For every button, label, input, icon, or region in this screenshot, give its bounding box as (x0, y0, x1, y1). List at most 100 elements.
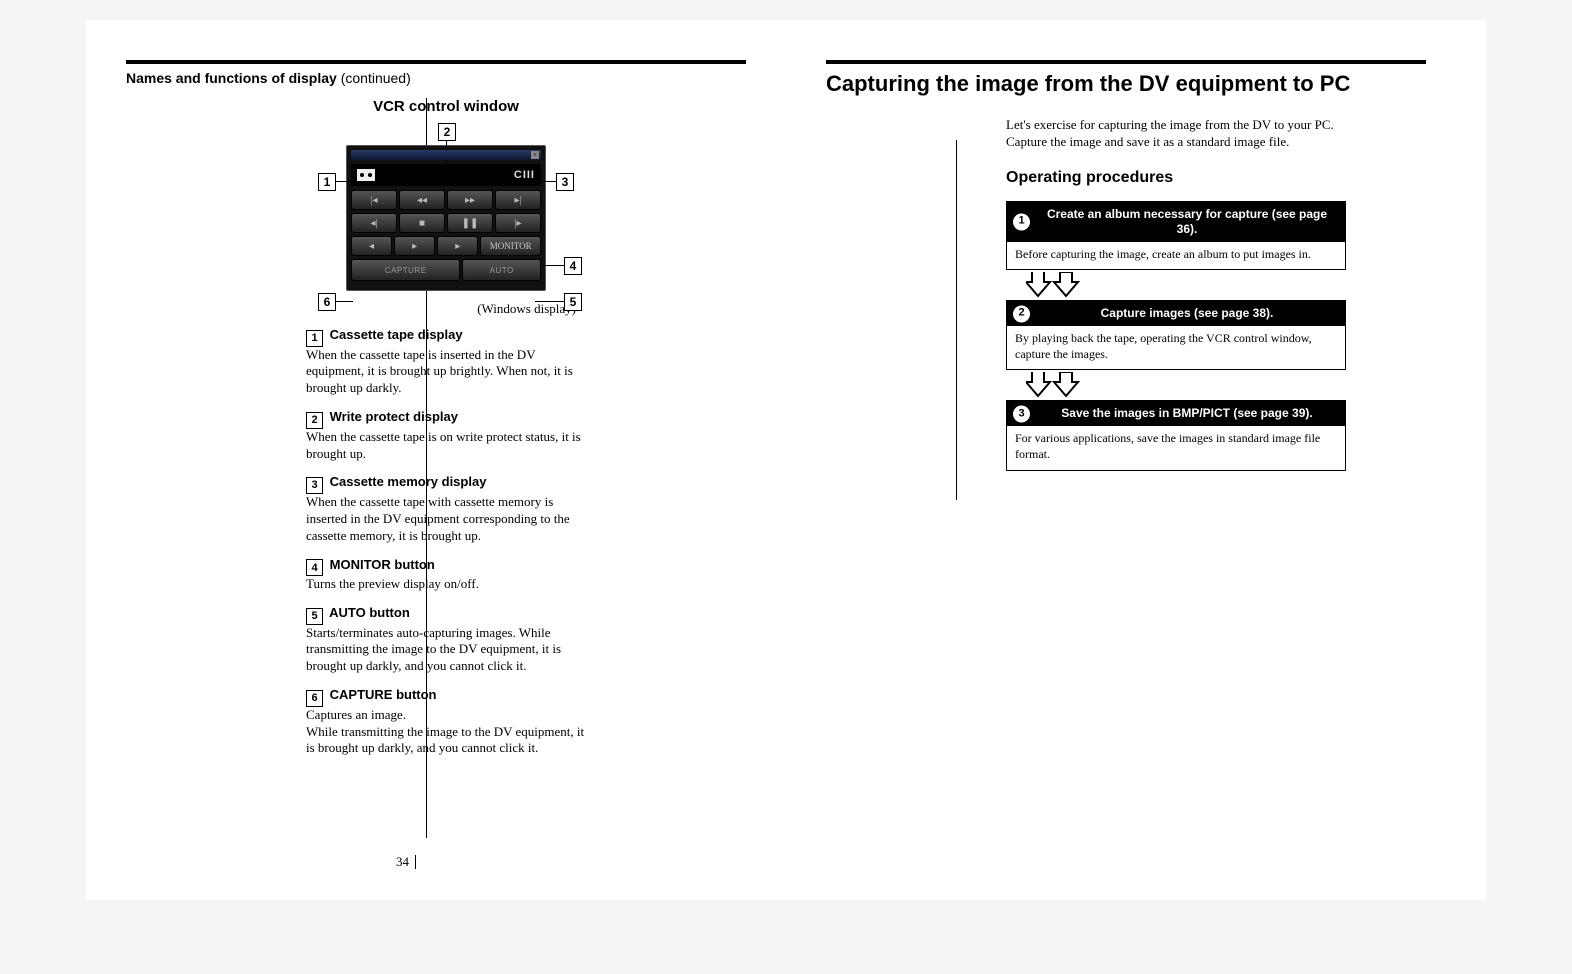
desc-title: MONITOR button (330, 557, 435, 572)
desc-body: When the cassette tape is on write prote… (306, 429, 586, 463)
callout-5: 5 (564, 293, 582, 311)
section-title: Names and functions of display (continue… (126, 70, 746, 86)
desc-num: 4 (306, 559, 323, 576)
slow-rewind-button[interactable]: ◂ (351, 236, 392, 256)
forward-to-end-button[interactable]: ▸| (495, 190, 541, 210)
horizontal-rule (826, 60, 1426, 64)
desc-title: Write protect display (330, 409, 458, 424)
intro-paragraph: Let's exercise for capturing the image f… (1006, 116, 1346, 151)
right-content: Let's exercise for capturing the image f… (1006, 116, 1346, 471)
right-page: Capturing the image from the DV equipmen… (786, 20, 1486, 900)
callout-lead (543, 265, 565, 266)
desc-head: 1 Cassette tape display (306, 327, 586, 347)
step-head-text: Save the images in BMP/PICT (see page 39… (1061, 406, 1312, 420)
page-tick (415, 855, 416, 869)
step-head-text: Create an album necessary for capture (s… (1047, 207, 1327, 236)
procedure-flowchart: 1 Create an album necessary for capture … (1006, 201, 1346, 471)
horizontal-rule (126, 60, 746, 64)
callout-lead (539, 181, 557, 182)
desc-item-5: 5 AUTO button Starts/terminates auto-cap… (306, 605, 586, 675)
vcr-panel: × CIII |◂ ◂◂ ▸▸ ▸| ◂| ■ ❚ (346, 145, 546, 291)
desc-title: CAPTURE button (330, 687, 437, 702)
transport-row-1: |◂ ◂◂ ▸▸ ▸| (351, 190, 541, 210)
vcr-title-bar: × (351, 150, 541, 160)
desc-num: 3 (306, 477, 323, 494)
vertical-separator (956, 140, 957, 500)
rewind-to-start-button[interactable]: |◂ (351, 190, 397, 210)
figure-caption: (Windows display) (306, 301, 586, 317)
desc-item-2: 2 Write protect display When the cassett… (306, 409, 586, 462)
stop-button[interactable]: ■ (399, 213, 445, 233)
flow-arrow-icon (1006, 372, 1346, 398)
desc-body: Turns the preview display on/off. (306, 576, 586, 593)
desc-head: 5 AUTO button (306, 605, 586, 625)
cassette-icon (357, 169, 375, 181)
desc-title: Cassette memory display (330, 474, 487, 489)
step-number-badge: 3 (1013, 405, 1030, 422)
callout-2: 2 (438, 123, 456, 141)
desc-item-3: 3 Cassette memory display When the casse… (306, 474, 586, 544)
monitor-button[interactable]: MONITOR (480, 236, 541, 256)
desc-body: Captures an image. While transmitting th… (306, 707, 586, 758)
close-icon[interactable]: × (531, 151, 539, 159)
desc-num: 1 (306, 330, 323, 347)
descriptions: 1 Cassette tape display When the cassett… (306, 327, 586, 757)
flow-arrow-icon (1006, 272, 1346, 298)
flow-body: For various applications, save the image… (1007, 426, 1345, 469)
step-number-badge: 2 (1013, 305, 1030, 322)
callout-lead (335, 181, 353, 182)
flow-step-3: 3 Save the images in BMP/PICT (see page … (1006, 400, 1346, 470)
flow-body: Before capturing the image, create an al… (1007, 242, 1345, 270)
desc-head: 4 MONITOR button (306, 557, 586, 577)
desc-num: 5 (306, 608, 323, 625)
title-main: Names and functions of display (126, 70, 337, 86)
callout-lead (535, 301, 565, 302)
flow-step-2: 2 Capture images (see page 38). By playi… (1006, 300, 1346, 370)
callout-1: 1 (318, 173, 336, 191)
callout-6: 6 (318, 293, 336, 311)
desc-body: When the cassette tape is inserted in th… (306, 347, 586, 398)
operating-procedures-title: Operating procedures (1006, 169, 1346, 187)
desc-num: 2 (306, 412, 323, 429)
desc-item-6: 6 CAPTURE button Captures an image. Whil… (306, 687, 586, 757)
transport-row-3: ◂ ▸ ▸ MONITOR (351, 236, 541, 256)
callout-lead (335, 301, 353, 302)
left-page: Names and functions of display (continue… (86, 20, 786, 900)
page-number-left: 34 (396, 854, 416, 870)
chapter-title: Capturing the image from the DV equipmen… (826, 70, 1426, 98)
flow-body: By playing back the tape, operating the … (1007, 326, 1345, 369)
vcr-status-row: CIII (351, 164, 541, 186)
flow-head: 1 Create an album necessary for capture … (1007, 202, 1345, 242)
auto-label: AUTO (490, 266, 514, 275)
play-button[interactable]: ▸ (394, 236, 435, 256)
transport-row-2: ◂| ■ ❚❚ |▸ (351, 213, 541, 233)
step-number-badge: 1 (1013, 213, 1030, 230)
callout-3: 3 (556, 173, 574, 191)
page-number: 34 (396, 854, 409, 869)
desc-item-1: 1 Cassette tape display When the cassett… (306, 327, 586, 397)
monitor-label: MONITOR (490, 241, 532, 251)
title-continued: (continued) (337, 70, 411, 86)
pause-button[interactable]: ❚❚ (447, 213, 493, 233)
desc-head: 6 CAPTURE button (306, 687, 586, 707)
desc-body: Starts/terminates auto-capturing images.… (306, 625, 586, 676)
desc-title: AUTO button (329, 605, 410, 620)
flow-head: 3 Save the images in BMP/PICT (see page … (1007, 401, 1345, 426)
step-back-button[interactable]: ◂| (351, 213, 397, 233)
flow-step-1: 1 Create an album necessary for capture … (1006, 201, 1346, 271)
fast-forward-button[interactable]: ▸▸ (447, 190, 493, 210)
capture-button[interactable]: CAPTURE (351, 259, 460, 281)
vcr-window-title: VCR control window (306, 98, 586, 115)
desc-num: 6 (306, 690, 323, 707)
step-forward-button[interactable]: |▸ (495, 213, 541, 233)
callout-4: 4 (564, 257, 582, 275)
capture-label: CAPTURE (385, 266, 427, 275)
rewind-button[interactable]: ◂◂ (399, 190, 445, 210)
capture-row: CAPTURE AUTO (351, 259, 541, 281)
slow-forward-button[interactable]: ▸ (437, 236, 478, 256)
auto-button[interactable]: AUTO (462, 259, 541, 281)
vcr-figure: 2 1 3 4 5 6 × (316, 125, 576, 291)
flow-head: 2 Capture images (see page 38). (1007, 301, 1345, 326)
desc-body: When the cassette tape with cassette mem… (306, 494, 586, 545)
manual-page-spread: Names and functions of display (continue… (86, 20, 1486, 900)
